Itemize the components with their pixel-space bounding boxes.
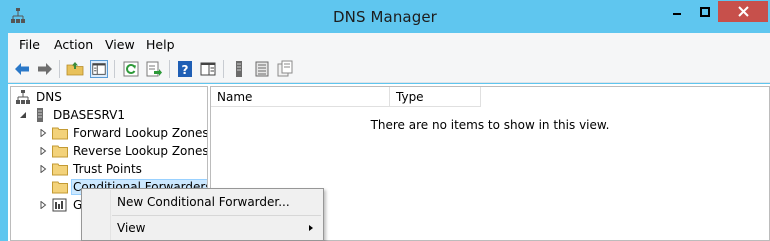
tree-node-trust-points[interactable]: Trust Points	[37, 160, 144, 178]
forward-arrow-icon[interactable]	[36, 60, 54, 78]
collapse-arrow-icon[interactable]	[17, 109, 29, 121]
server-node-icon	[37, 108, 43, 122]
list-icon[interactable]	[253, 60, 271, 78]
maximize-icon	[699, 6, 710, 17]
expand-arrow-icon[interactable]	[37, 145, 49, 157]
menu-action[interactable]: Action	[54, 37, 93, 52]
properties-icon[interactable]	[199, 60, 217, 78]
title-bar[interactable]: DNS Manager	[0, 0, 770, 33]
toolbar-separator	[114, 60, 115, 78]
refresh-icon[interactable]	[122, 60, 140, 78]
menu-help[interactable]: Help	[146, 37, 175, 52]
minimize-icon	[672, 12, 681, 15]
toolbar-separator	[223, 60, 224, 78]
toolbar: ?	[8, 55, 770, 83]
svg-text:?: ?	[182, 63, 189, 77]
tree-node-global-logs[interactable]: G	[37, 196, 84, 214]
export-list-icon[interactable]	[145, 60, 163, 78]
expand-arrow-icon[interactable]	[37, 163, 49, 175]
expand-arrow-icon[interactable]	[37, 127, 49, 139]
maximize-button[interactable]	[691, 1, 718, 22]
tree-node-forward-lookup-zones[interactable]: Forward Lookup Zones	[37, 124, 208, 142]
up-folder-icon[interactable]	[66, 60, 84, 78]
tree-label-reverse-lookup-zones: Reverse Lookup Zones	[73, 144, 208, 158]
copy-icon[interactable]	[276, 60, 294, 78]
menu-view[interactable]: View	[105, 37, 135, 52]
context-menu: New Conditional Forwarder... View	[81, 188, 324, 241]
empty-list-message: There are no items to show in this view.	[370, 118, 610, 132]
menu-item-label: View	[117, 221, 146, 235]
close-icon	[737, 6, 749, 17]
tree-node-dns[interactable]: DNS	[15, 88, 64, 106]
submenu-arrow-icon	[309, 225, 313, 231]
toolbar-separator	[59, 60, 60, 78]
server-icon[interactable]	[230, 60, 248, 78]
folder-icon	[52, 181, 68, 194]
back-arrow-icon[interactable]	[13, 60, 31, 78]
menu-file[interactable]: File	[19, 37, 40, 52]
tree-label-server: DBASESRV1	[53, 108, 126, 122]
window-title: DNS Manager	[333, 8, 437, 26]
menu-item-new-conditional-forwarder[interactable]: New Conditional Forwarder...	[83, 190, 322, 214]
column-header-type[interactable]: Type	[390, 87, 481, 107]
tree-node-server[interactable]: DBASESRV1	[17, 106, 127, 124]
folder-icon	[52, 145, 68, 158]
menu-item-view[interactable]: View	[83, 216, 322, 240]
log-node-icon	[52, 198, 67, 212]
minimize-button[interactable]	[662, 1, 691, 22]
dns-node-icon	[16, 90, 30, 104]
tree-label-forward-lookup-zones: Forward Lookup Zones	[73, 126, 208, 140]
expand-arrow-icon[interactable]	[37, 199, 49, 211]
column-header-name[interactable]: Name	[211, 87, 390, 107]
toolbar-separator	[169, 60, 170, 78]
dns-manager-window: DNS Manager File Action View Help ? DNS …	[0, 0, 770, 241]
close-button[interactable]	[718, 1, 768, 22]
menu-item-label: New Conditional Forwarder...	[117, 195, 290, 209]
menu-bar: File Action View Help	[8, 33, 770, 55]
folder-icon	[52, 163, 68, 176]
tree-node-reverse-lookup-zones[interactable]: Reverse Lookup Zones	[37, 142, 208, 160]
tree-label-trust-points: Trust Points	[73, 162, 142, 176]
tree-label-dns: DNS	[36, 90, 62, 104]
folder-icon	[52, 127, 68, 140]
help-icon[interactable]: ?	[176, 60, 194, 78]
show-hide-tree-icon[interactable]	[90, 60, 108, 78]
